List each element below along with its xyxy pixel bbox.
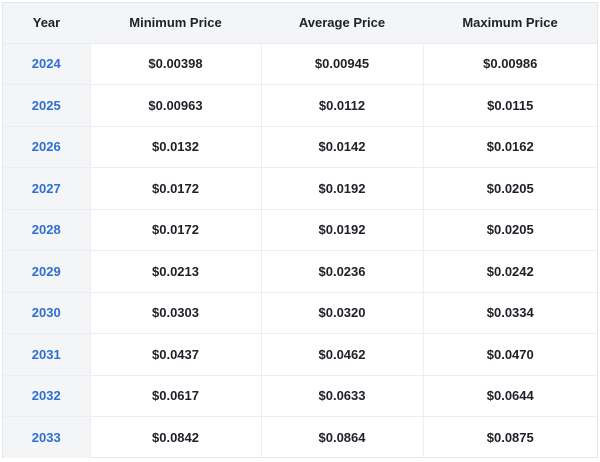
average-price-cell: $0.0142 [260, 126, 423, 168]
maximum-price-cell: $0.00986 [422, 43, 597, 85]
minimum-price-cell: $0.0303 [89, 292, 261, 334]
price-prediction-table: Year Minimum Price Average Price Maximum… [3, 3, 597, 458]
table-header: Year Minimum Price Average Price Maximum… [3, 3, 597, 44]
maximum-price-cell: $0.0644 [422, 375, 597, 417]
table-row: 2025 $0.00963 $0.0112 $0.0115 [3, 84, 597, 127]
year-link[interactable]: 2025 [3, 84, 90, 127]
table-row: 2027 $0.0172 $0.0192 $0.0205 [3, 167, 597, 210]
average-price-cell: $0.0633 [260, 375, 423, 417]
minimum-price-cell: $0.0213 [89, 250, 261, 293]
price-prediction-table-container: Year Minimum Price Average Price Maximum… [2, 2, 598, 458]
minimum-price-cell: $0.0842 [89, 416, 261, 458]
year-link[interactable]: 2028 [3, 209, 90, 251]
maximum-price-cell: $0.0242 [422, 250, 597, 293]
minimum-price-cell: $0.0617 [89, 375, 261, 417]
minimum-price-cell: $0.0132 [89, 126, 261, 168]
table-row: 2026 $0.0132 $0.0142 $0.0162 [3, 126, 597, 168]
maximum-price-cell: $0.0115 [422, 84, 597, 127]
table-row: 2030 $0.0303 $0.0320 $0.0334 [3, 292, 597, 334]
table-row: 2031 $0.0437 $0.0462 $0.0470 [3, 333, 597, 376]
average-price-cell: $0.0192 [260, 209, 423, 251]
year-link[interactable]: 2032 [3, 375, 90, 417]
year-link[interactable]: 2024 [3, 43, 90, 85]
year-link[interactable]: 2033 [3, 416, 90, 458]
minimum-price-cell: $0.0172 [89, 167, 261, 210]
table-row: 2029 $0.0213 $0.0236 $0.0242 [3, 250, 597, 293]
average-price-cell: $0.0192 [260, 167, 423, 210]
maximum-price-cell: $0.0205 [422, 209, 597, 251]
minimum-price-cell: $0.0172 [89, 209, 261, 251]
minimum-price-cell: $0.0437 [89, 333, 261, 376]
year-link[interactable]: 2031 [3, 333, 90, 376]
header-average-price: Average Price [261, 3, 423, 44]
maximum-price-cell: $0.0875 [422, 416, 597, 458]
maximum-price-cell: $0.0334 [422, 292, 597, 334]
average-price-cell: $0.0320 [260, 292, 423, 334]
average-price-cell: $0.0462 [260, 333, 423, 376]
year-link[interactable]: 2030 [3, 292, 90, 334]
header-year: Year [3, 3, 90, 44]
average-price-cell: $0.0864 [260, 416, 423, 458]
table-body: 2024 $0.00398 $0.00945 $0.00986 2025 $0.… [3, 43, 597, 458]
table-row: 2033 $0.0842 $0.0864 $0.0875 [3, 416, 597, 458]
maximum-price-cell: $0.0162 [422, 126, 597, 168]
year-link[interactable]: 2026 [3, 126, 90, 168]
minimum-price-cell: $0.00963 [89, 84, 261, 127]
header-row: Year Minimum Price Average Price Maximum… [3, 3, 597, 44]
average-price-cell: $0.0112 [260, 84, 423, 127]
header-maximum-price: Maximum Price [423, 3, 597, 44]
table-row: 2024 $0.00398 $0.00945 $0.00986 [3, 43, 597, 85]
year-link[interactable]: 2029 [3, 250, 90, 293]
table-row: 2028 $0.0172 $0.0192 $0.0205 [3, 209, 597, 251]
maximum-price-cell: $0.0205 [422, 167, 597, 210]
header-minimum-price: Minimum Price [90, 3, 261, 44]
average-price-cell: $0.00945 [260, 43, 423, 85]
minimum-price-cell: $0.00398 [89, 43, 261, 85]
average-price-cell: $0.0236 [260, 250, 423, 293]
maximum-price-cell: $0.0470 [422, 333, 597, 376]
year-link[interactable]: 2027 [3, 167, 90, 210]
table-row: 2032 $0.0617 $0.0633 $0.0644 [3, 375, 597, 417]
